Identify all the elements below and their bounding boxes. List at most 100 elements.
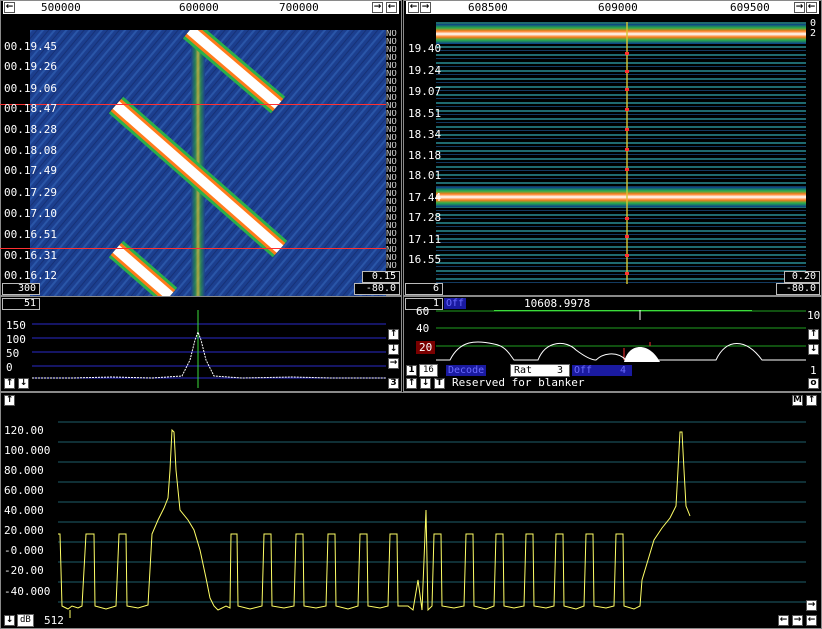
up-arrow-icon[interactable]: ↑ (806, 395, 817, 406)
db-button[interactable]: dB (17, 614, 34, 627)
up-arrow-icon[interactable]: ↑ (406, 378, 417, 389)
left-time-label: 00.19.45 (4, 40, 57, 53)
main-spectrum-plot[interactable] (58, 410, 806, 618)
right-arrow-icon[interactable]: → (420, 2, 431, 13)
no-marker: NO (386, 86, 397, 94)
right-time-label: 17.44 (408, 191, 442, 204)
main-ytick: 60.000 (4, 484, 44, 497)
no-marker: NO (386, 78, 397, 86)
no-marker: NO (386, 70, 397, 78)
left-arrow-icon[interactable]: ← (806, 615, 817, 626)
t-button[interactable]: T (434, 378, 445, 389)
right-time-label: 19.40 (408, 42, 442, 55)
hires-right-tick: 1 (810, 364, 817, 377)
left-arrow-icon[interactable]: ← (408, 2, 419, 13)
hires-plot[interactable] (436, 310, 806, 362)
main-ytick: 20.000 (4, 524, 44, 537)
hires-off-value: 4 (619, 365, 626, 376)
main-ytick: 40.000 (4, 504, 44, 517)
left-marker-line-1 (0, 104, 386, 105)
no-marker: NO (386, 222, 397, 230)
right-time-label: 17.11 (408, 233, 442, 246)
left-arrow-icon[interactable]: ← (386, 2, 397, 13)
right-waterfall-image[interactable] (436, 22, 806, 284)
left-waterfall-image[interactable] (30, 30, 386, 296)
main-ytick: -0.000 (4, 544, 44, 557)
hires-off-box[interactable]: Off 4 (572, 365, 632, 376)
no-marker: NO (386, 190, 397, 198)
no-marker: NO (386, 126, 397, 134)
hires-corner-button[interactable]: o (808, 378, 819, 389)
left-time-label: 00.17.10 (4, 207, 57, 220)
hires-rat-value: 3 (556, 365, 563, 376)
no-marker: NO (386, 238, 397, 246)
left-freq-scale[interactable]: 500000 600000 700000 (3, 1, 399, 14)
m-button[interactable]: M (792, 395, 803, 406)
hires-ytick: 60 (416, 305, 430, 318)
spectrum-corner-button[interactable]: 3 (388, 378, 399, 389)
right-time-label: 17.28 (408, 211, 442, 224)
right-arrow-icon[interactable]: → (388, 358, 399, 369)
down-arrow-icon[interactable]: ↓ (420, 378, 431, 389)
hires-mode-label[interactable]: Off (444, 298, 467, 309)
hires-button-1[interactable]: 1 (406, 365, 417, 376)
no-marker: NO (386, 262, 397, 270)
right-time-label: 18.51 (408, 107, 442, 120)
no-marker: NO (386, 158, 397, 166)
fft-size-label: 512 (44, 614, 64, 627)
down-arrow-icon[interactable]: ↓ (808, 344, 819, 355)
no-marker: NO (386, 118, 397, 126)
left-time-label: 00.18.47 (4, 102, 57, 115)
down-arrow-icon[interactable]: ↓ (18, 378, 29, 389)
left-time-label: 00.16.51 (4, 228, 57, 241)
hires-button-16[interactable]: 16 (419, 364, 438, 377)
up-arrow-icon[interactable]: ↑ (808, 329, 819, 340)
left-time-label: 00.19.06 (4, 82, 57, 95)
no-marker: NO (386, 198, 397, 206)
right-arrow-icon[interactable]: → (792, 615, 803, 626)
right-arrow-icon[interactable]: → (372, 2, 383, 13)
main-ytick: -40.000 (4, 585, 51, 598)
hires-mode2[interactable]: Decode (446, 365, 487, 376)
right-waterfall-avg[interactable]: 6 (405, 283, 443, 295)
right-freq-tick-3: 609500 (730, 1, 770, 14)
right-time-label: 19.07 (408, 85, 442, 98)
down-arrow-icon[interactable]: ↓ (4, 615, 15, 626)
left-freq-tick-1: 500000 (41, 1, 81, 14)
up-arrow-icon[interactable]: ↑ (388, 329, 399, 340)
left-marker-line-2 (0, 248, 386, 249)
up-arrow-icon[interactable]: ↑ (4, 395, 15, 406)
left-spectrum-ytick: 50 (6, 347, 20, 360)
right-waterfall-gain[interactable]: 0.20 (784, 271, 820, 283)
left-arrow-icon[interactable]: ← (778, 615, 789, 626)
right-time-label: 18.34 (408, 128, 442, 141)
no-marker: NO (386, 94, 397, 102)
right-arrow-icon[interactable]: → (806, 600, 817, 611)
left-spectrum-ytick: 0 (6, 361, 13, 374)
hires-off-label: Off (574, 365, 593, 376)
left-spectrum-plot[interactable] (32, 310, 386, 388)
up-arrow-icon[interactable]: ↑ (4, 378, 15, 389)
right-arrow-icon[interactable]: → (794, 2, 805, 13)
left-waterfall-level[interactable]: -80.0 (354, 283, 400, 295)
no-marker: NO (386, 102, 397, 110)
left-freq-tick-2: 600000 (179, 1, 219, 14)
hires-ytick: 40 (416, 322, 430, 335)
main-spectrum-trace (58, 428, 691, 612)
no-marker: NO (386, 214, 397, 222)
left-arrow-icon[interactable]: ← (4, 2, 15, 13)
no-marker: NO (386, 134, 397, 142)
right-time-label: 18.01 (408, 169, 442, 182)
left-spectrum-avg[interactable]: 51 (2, 298, 40, 310)
left-waterfall-avg[interactable]: 300 (2, 283, 40, 295)
left-waterfall-gain[interactable]: 0.15 (362, 271, 400, 283)
left-time-label: 00.18.08 (4, 144, 57, 157)
right-freq-scale[interactable]: 608500 609000 609500 (406, 1, 819, 14)
down-arrow-icon[interactable]: ↓ (388, 344, 399, 355)
hires-right-tick: 10 (807, 309, 821, 322)
right-waterfall-level[interactable]: -80.0 (776, 283, 820, 295)
hires-status: Reserved for blanker (452, 376, 585, 389)
no-marker: NO (386, 254, 397, 262)
left-arrow-icon[interactable]: ← (806, 2, 817, 13)
no-marker: NO (386, 46, 397, 54)
